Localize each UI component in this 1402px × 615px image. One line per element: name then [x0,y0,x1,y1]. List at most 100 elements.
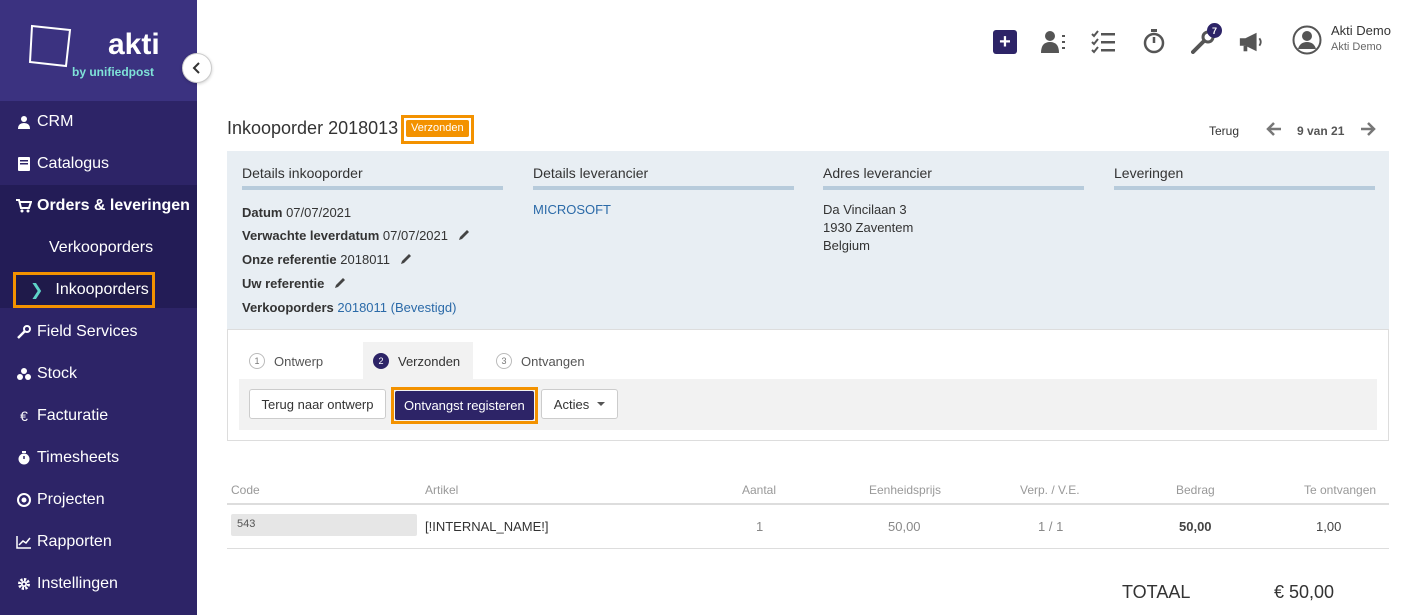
sidebar-item-inkooporders[interactable]: ❯ Inkooporders [13,272,155,308]
user-menu-button[interactable] [1292,25,1322,55]
user-company: Akti Demo [1331,41,1382,53]
edit-delivery-date-icon[interactable] [458,225,471,248]
total-label: TOTAAL [1122,582,1191,602]
sidebar: akti by unifiedpost CRM Catalogus Orders… [0,0,197,615]
col-artikel: Artikel [425,483,459,497]
col-te-ontvangen: Te ontvangen [1304,483,1377,497]
stopwatch-icon [1143,29,1165,54]
record-pager: 9 van 21 [1297,124,1345,138]
our-reference-value: 2018011 [340,252,390,267]
code-cell: 543 [231,514,417,536]
sidebar-item-projecten[interactable]: Projecten [0,479,197,521]
register-receipt-highlight: Ontvangst registeren [391,387,538,424]
col-bedrag: Bedrag [1176,483,1215,497]
tab-ontvangen[interactable]: 3 Ontvangen [496,342,585,380]
contacts-list-icon [1041,31,1065,53]
sidebar-item-stock[interactable]: Stock [0,353,197,395]
edit-our-reference-icon[interactable] [400,249,413,272]
wrench-icon [16,324,32,340]
order-details-heading: Details inkooporder [242,165,503,190]
address-line2: 1930 Zaventem [823,220,914,235]
sidebar-item-orders[interactable]: Orders & leveringen [0,185,197,227]
megaphone-icon [1239,32,1262,52]
sidebar-item-label: CRM [37,113,74,130]
sidebar-item-instellingen[interactable]: Instellingen [0,563,197,605]
arrow-left-icon [1266,122,1281,136]
brand-tagline: by unifiedpost [72,65,154,79]
register-receipt-button[interactable]: Ontvangst registeren [395,391,534,420]
sidebar-nav: CRM Catalogus Orders & leveringen Verkoo… [0,101,197,605]
book-icon [16,156,32,172]
cart-icon [16,198,32,214]
timer-button[interactable] [1141,28,1167,54]
tasks-button[interactable] [1091,29,1117,55]
create-button[interactable]: + [992,29,1018,55]
chart-icon [16,534,32,550]
prijs-cell: 50,00 [888,519,921,534]
sidebar-item-label: Catalogus [37,155,110,172]
status-badge-label: Verzonden [406,120,469,137]
workflow-panel: 1 Ontwerp 2 Verzonden 3 Ontvangen Terug … [227,329,1389,441]
contacts-button[interactable] [1041,29,1073,55]
sidebar-item-verkooporders[interactable]: Verkooporders [0,227,197,269]
caret-down-icon [597,402,606,406]
table-row: 543 [!INTERNAL_NAME!] 1 50,00 1 / 1 50,0… [227,506,1389,549]
edit-your-reference-icon[interactable] [334,273,347,296]
action-toolbar: Terug naar ontwerp Ontvangst registeren … [239,379,1377,430]
checklist-icon [1091,30,1115,54]
table-header: Code Artikel Aantal Eenheidsprijs Verp. … [227,481,1389,505]
address-line3: Belgium [823,238,870,253]
sidebar-submenu: Verkooporders ❯ Inkooporders [0,227,197,308]
sidebar-item-rapporten[interactable]: Rapporten [0,521,197,563]
verp-cell: 1 / 1 [1038,519,1064,534]
step-number: 2 [373,353,389,369]
tab-label: Ontvangen [521,353,585,369]
col-verp: Verp. / V.E. [1020,483,1080,497]
sales-order-link[interactable]: 2018011 (Bevestigd) [337,300,456,315]
user-name[interactable]: Akti Demo [1331,23,1391,38]
announcements-button[interactable] [1238,29,1264,55]
service-button[interactable]: 7 [1190,23,1222,55]
details-panel: Details inkooporder Datum 07/07/2021 Ver… [227,151,1389,329]
supplier-details: Details leverancier MICROSOFT [533,165,794,219]
notification-badge: 7 [1207,23,1222,38]
deliveries: Leveringen [1114,165,1375,190]
supplier-details-heading: Details leverancier [533,165,794,190]
expected-delivery-row: Verwachte leverdatum 07/07/2021 [242,224,503,248]
sidebar-item-crm[interactable]: CRM [0,101,197,143]
previous-record-button[interactable] [1266,122,1282,141]
expected-delivery-value: 07/07/2021 [382,228,448,243]
back-to-draft-button[interactable]: Terug naar ontwerp [249,389,386,419]
chevron-right-icon: ❯ [30,282,44,299]
sidebar-item-label: Stock [37,365,78,382]
sidebar-item-timesheets[interactable]: Timesheets [0,437,197,479]
col-aantal: Aantal [742,483,777,497]
date-row: Datum 07/07/2021 [242,205,352,220]
logo[interactable]: akti by unifiedpost [0,0,197,101]
sidebar-item-label: Orders & leveringen [37,197,190,214]
arrow-right-icon [1361,122,1376,136]
sidebar-item-facturatie[interactable]: € Facturatie [0,395,197,437]
sidebar-item-label: Projecten [37,491,105,508]
gear-icon [16,576,32,592]
back-link[interactable]: Terug [1209,124,1239,138]
plus-icon: + [993,30,1017,54]
sidebar-item-label: Instellingen [37,575,118,592]
tab-label: Ontwerp [274,353,324,369]
tab-ontwerp[interactable]: 1 Ontwerp [249,342,323,380]
sidebar-item-catalogus[interactable]: Catalogus [0,143,197,185]
collapse-sidebar-button[interactable] [182,53,212,83]
sidebar-item-field-services[interactable]: Field Services [0,311,197,353]
euro-icon: € [20,408,28,424]
supplier-address: Adres leverancier Da Vincilaan 3 1930 Za… [823,165,1084,255]
supplier-link[interactable]: MICROSOFT [533,202,611,217]
cubes-icon [16,366,32,382]
next-record-button[interactable] [1360,122,1376,141]
step-number: 3 [496,353,512,369]
actions-dropdown[interactable]: Acties [541,389,618,419]
sales-orders-row: Verkooporders 2018011 (Bevestigd) [242,300,457,315]
chevron-left-icon [192,62,200,74]
date-value: 07/07/2021 [286,205,352,220]
tab-verzonden[interactable]: 2 Verzonden [363,342,473,380]
sidebar-item-label: Verkooporders [49,239,154,256]
